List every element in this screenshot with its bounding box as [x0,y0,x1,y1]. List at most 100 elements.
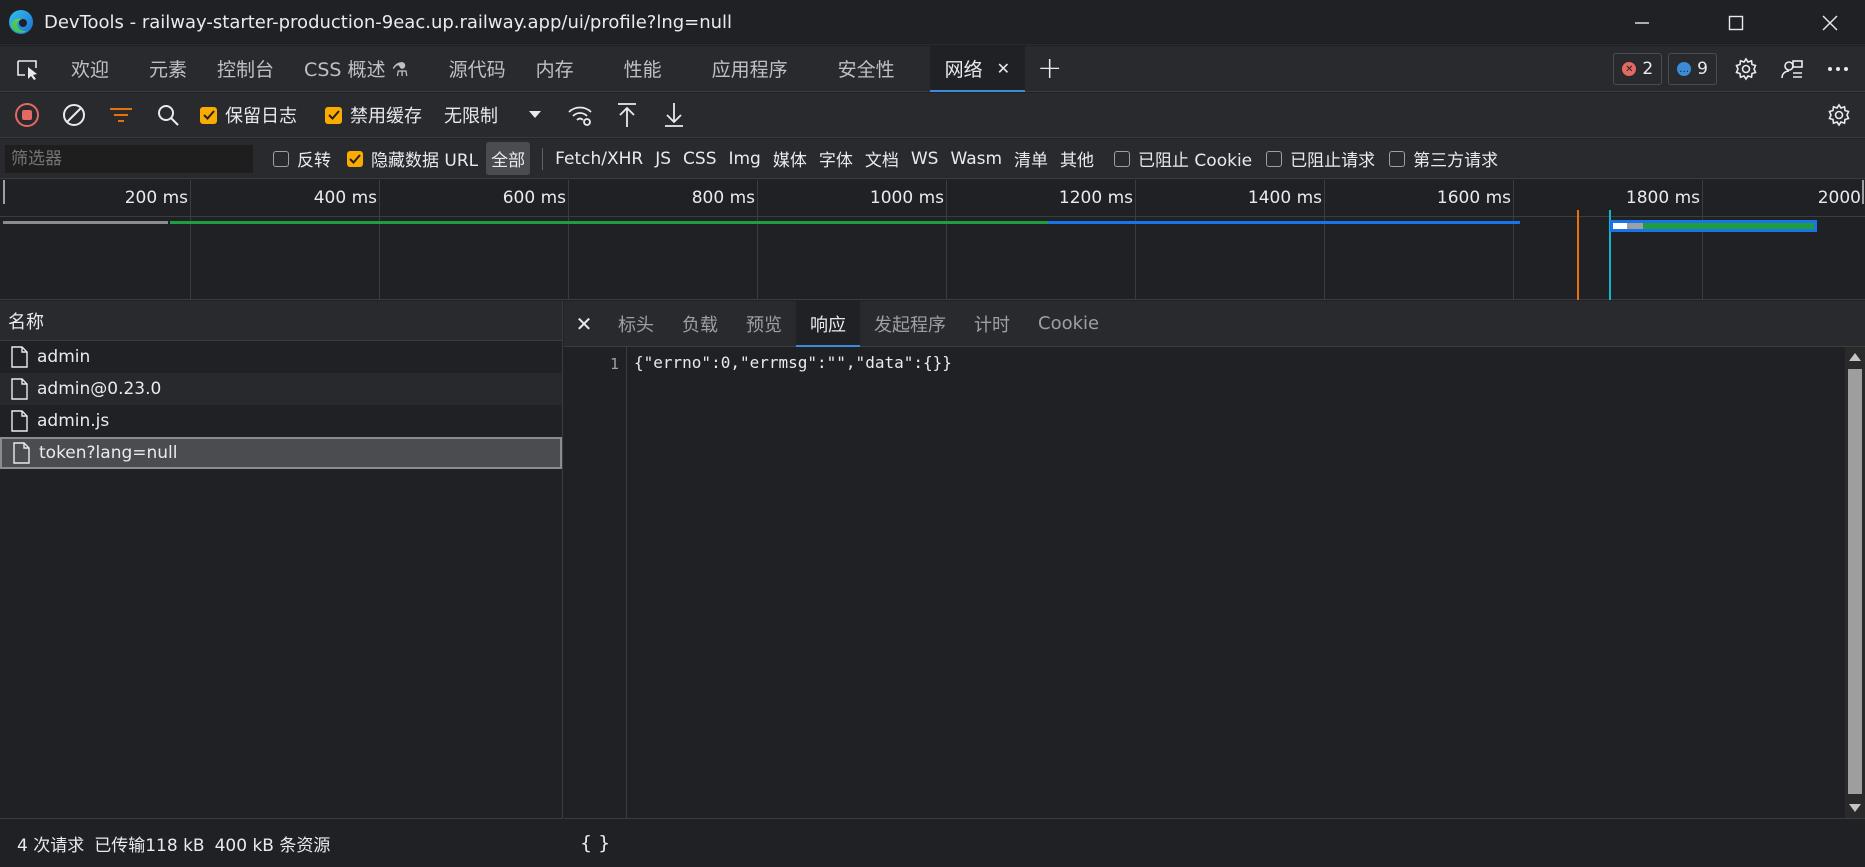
network-settings-button[interactable] [1819,95,1859,135]
request-row[interactable]: admin@0.23.0 [0,373,562,405]
filter-type-other[interactable]: 其他 [1060,146,1094,171]
preserve-log-label: 保留日志 [225,106,297,127]
grid-line [568,180,569,300]
tab-network[interactable]: 网络 ✕ [929,45,1026,92]
request-bar-download [1048,221,1520,224]
invert-checkbox[interactable]: 反转 [273,146,331,171]
checkbox-checked-icon [200,106,217,124]
resources-size: 400 kB 条资源 [214,835,331,856]
scroll-down-icon[interactable] [1849,804,1861,812]
add-tab-button[interactable]: + [1037,53,1062,84]
customize-devtools-button[interactable] [1769,46,1815,92]
request-row[interactable]: admin.js [0,405,562,437]
request-row-selected[interactable]: token?lang=null [0,437,562,469]
throttling-value: 无限制 [444,106,498,127]
vertical-scrollbar[interactable] [1845,347,1865,818]
more-options-button[interactable] [1815,46,1861,92]
scrollbar-thumb[interactable] [1848,369,1862,794]
tab-css-overview[interactable]: CSS 概述 ⚗ [289,46,424,92]
tab-application[interactable]: 应用程序 [697,46,803,92]
tab-headers[interactable]: 标头 [604,301,668,347]
blocked-requests-checkbox[interactable]: 已阻止请求 [1266,146,1375,171]
download-icon [665,103,683,127]
tick-label: 600 ms [502,188,566,208]
close-details-icon[interactable]: ✕ [564,312,604,336]
close-tab-icon[interactable]: ✕ [997,59,1010,78]
filter-type-all[interactable]: 全部 [486,142,531,175]
error-count-badge[interactable]: ✕ 2 [1613,53,1663,85]
inspect-element-button[interactable] [0,46,56,92]
tab-cookies[interactable]: Cookie [1024,301,1113,347]
filter-type-font[interactable]: 字体 [819,146,853,171]
request-details-pane: ✕ 标头 负载 预览 响应 发起程序 计时 Cookie 1 {"errno":… [564,300,1865,867]
panel-tab-bar: 欢迎 元素 控制台 CSS 概述 ⚗ 源代码 内存 性能 应用程序 安全性 网络… [0,45,1865,92]
filter-type-img[interactable]: Img [728,149,760,169]
tab-payload[interactable]: 负载 [668,301,732,347]
tab-memory[interactable]: 内存 [521,46,589,92]
tab-response[interactable]: 响应 [796,300,860,347]
grid-line [1862,180,1864,204]
filter-type-doc[interactable]: 文档 [865,146,899,171]
filter-type-wasm[interactable]: Wasm [950,149,1002,169]
tick-label: 800 ms [691,188,755,208]
close-window-button[interactable] [1795,0,1865,45]
request-row[interactable]: admin [0,341,562,373]
disable-cache-checkbox[interactable]: 禁用缓存 [325,102,422,128]
scroll-up-icon[interactable] [1849,353,1861,361]
preserve-log-checkbox[interactable]: 保留日志 [200,102,297,128]
filter-toggle-button[interactable] [101,95,141,135]
requests-pane: 名称 admin admin@0.23.0 admin.js token?lan… [0,301,563,867]
request-name: admin@0.23.0 [37,379,162,399]
filter-type-ws[interactable]: WS [911,149,939,169]
search-button[interactable] [148,95,188,135]
tab-label: 性能 [623,59,662,81]
tab-sources[interactable]: 源代码 [434,46,521,92]
request-bar-download [1643,223,1814,229]
inspect-icon [17,59,37,80]
clear-button[interactable] [54,95,94,135]
details-tab-bar: ✕ 标头 负载 预览 响应 发起程序 计时 Cookie [564,300,1865,347]
response-editor[interactable]: 1 {"errno":0,"errmsg":"","data":{}} [564,347,1865,818]
network-conditions-button[interactable] [560,95,600,135]
tab-performance[interactable]: 性能 [609,46,677,92]
message-count-badge[interactable]: … 9 [1668,53,1717,85]
third-party-label: 第三方请求 [1413,151,1499,171]
tab-preview[interactable]: 预览 [732,301,796,347]
tab-initiator[interactable]: 发起程序 [860,301,960,347]
line-number-gutter: 1 [564,347,627,818]
filter-type-css[interactable]: CSS [683,149,716,169]
minimize-icon [1635,21,1649,24]
tab-welcome[interactable]: 欢迎 [56,46,124,92]
export-har-button[interactable] [654,95,694,135]
response-body[interactable]: {"errno":0,"errmsg":"","data":{}} [634,353,952,372]
filter-input[interactable] [5,144,253,173]
request-bar-waiting [3,221,168,224]
tab-security[interactable]: 安全性 [823,46,910,92]
name-column-header[interactable]: 名称 [0,301,562,341]
hide-data-urls-checkbox[interactable]: 隐藏数据 URL [347,146,478,171]
wifi-settings-icon [568,106,592,126]
import-har-button[interactable] [607,95,647,135]
filter-type-manifest[interactable]: 清单 [1014,146,1048,171]
network-overview-timeline[interactable]: 200 ms 400 ms 600 ms 800 ms 1000 ms 1200… [0,180,1865,300]
tab-timing[interactable]: 计时 [960,301,1024,347]
settings-button[interactable] [1723,46,1769,92]
tab-console[interactable]: 控制台 [202,46,289,92]
grid-line [1324,180,1325,300]
maximize-button[interactable] [1701,0,1771,45]
third-party-checkbox[interactable]: 第三方请求 [1389,146,1498,171]
minimize-button[interactable] [1607,0,1677,45]
tab-label: 安全性 [837,59,895,81]
filter-bar: 反转 隐藏数据 URL 全部 Fetch/XHR JS CSS Img 媒体 字… [0,139,1865,179]
filter-type-js[interactable]: JS [655,149,671,169]
throttling-select[interactable]: 无限制 [444,102,542,128]
filter-type-media[interactable]: 媒体 [773,146,807,171]
tab-elements[interactable]: 元素 [134,46,202,92]
pretty-print-button[interactable]: { } [580,832,610,854]
filter-type-fetch-xhr[interactable]: Fetch/XHR [555,149,643,169]
blocked-cookies-checkbox[interactable]: 已阻止 Cookie [1114,146,1252,171]
record-button[interactable] [7,95,47,135]
disable-cache-label: 禁用缓存 [350,106,422,127]
gear-icon [1828,103,1850,127]
request-name: token?lang=null [39,443,178,463]
